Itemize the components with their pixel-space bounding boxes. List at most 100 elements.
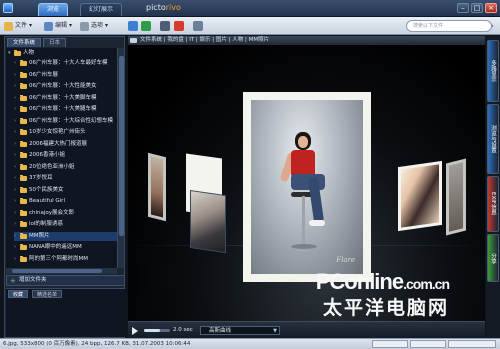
expand-icon[interactable]: › xyxy=(14,186,18,195)
expand-icon[interactable]: › xyxy=(14,209,18,218)
tree-item[interactable]: › 37岁悦耳 xyxy=(14,174,117,183)
tree-item[interactable]: › 20位绝色亚洲小姐 xyxy=(14,163,117,172)
search-input[interactable]: 搜索以下文件 xyxy=(406,20,492,32)
play-icon[interactable] xyxy=(132,327,138,335)
gear-icon xyxy=(80,21,89,31)
tree-item[interactable]: › lol的制服诱惑 xyxy=(14,220,117,229)
tab-browse-settings[interactable]: 浏览与设置 xyxy=(487,104,499,174)
expand-icon[interactable]: › xyxy=(14,163,18,172)
folder-tree[interactable]: ▾ 人物 › 06广州车展：十大人车最好车模 › 06广州车展 › 06广州车展：十大性能美女… xyxy=(6,48,117,268)
photo-thumbnail[interactable] xyxy=(398,160,442,232)
breadcrumb[interactable]: 文件系统 | 我的盘 | IT | 娱乐 | 图片 | 人物 | MM照片 xyxy=(128,36,485,45)
tree-item[interactable]: › 06广州车展：十大综合性幻想车模 xyxy=(14,117,117,126)
chevron-down-icon: ▾ xyxy=(69,22,73,29)
minimize-button[interactable]: – xyxy=(457,3,469,13)
watermark-chinese: 太平洋电脑网 xyxy=(322,297,449,319)
photo-carousel[interactable]: Flare PConline.com.cn 太平洋电脑网 xyxy=(128,45,485,321)
expand-icon[interactable]: › xyxy=(14,255,18,264)
folder-icon xyxy=(20,221,27,227)
folder-icon xyxy=(20,244,27,250)
tree-root-item[interactable]: ▾ 人物 xyxy=(8,49,34,58)
close-button[interactable]: × xyxy=(485,3,497,13)
maximize-button[interactable]: □ xyxy=(471,3,483,13)
transition-value: 高斯曲线 xyxy=(209,328,232,334)
email-icon[interactable] xyxy=(160,21,170,31)
chevron-down-icon: ▼ xyxy=(273,328,277,334)
rotate-left-icon[interactable] xyxy=(128,21,138,31)
tree-item[interactable]: › 50个民族美女 xyxy=(14,186,117,195)
expand-icon[interactable]: › xyxy=(14,71,18,80)
file-menu-button[interactable]: 文件 ▾ xyxy=(4,20,32,32)
status-panel xyxy=(410,340,446,348)
expand-icon[interactable]: › xyxy=(14,174,18,183)
status-bar: 6.jpg, 533x800 (0 百万像素), 24 bpp, 126.7 K… xyxy=(0,338,500,349)
tree-item[interactable]: › 06广州车展 xyxy=(14,71,117,80)
tree-item[interactable]: › NANA眼中的遥远MM xyxy=(14,243,117,252)
scrollbar-thumb[interactable] xyxy=(119,56,124,236)
tab-multi-view[interactable]: 多路显示 xyxy=(487,40,499,102)
expand-icon[interactable]: › xyxy=(14,59,18,68)
tab-share[interactable]: 分享 xyxy=(487,234,499,282)
expand-icon[interactable]: › xyxy=(14,151,18,160)
tree-item-label: 20位绝色亚洲小姐 xyxy=(29,163,75,170)
expand-icon[interactable]: › xyxy=(14,128,18,137)
expand-icon[interactable]: › xyxy=(14,94,18,103)
tree-item[interactable]: › chinajoy展会文郎 xyxy=(14,209,117,218)
delete-icon[interactable] xyxy=(174,21,184,31)
folder-icon xyxy=(20,163,27,170)
tab-file-system[interactable]: 文件系统 xyxy=(7,38,42,47)
tree-item[interactable]: › 06广州车展：十大性能美女 xyxy=(14,82,117,91)
tree-item[interactable]: › 10岁少女惊艳广州街头 xyxy=(14,128,117,137)
photo-image: Flare xyxy=(251,100,363,274)
tree-item[interactable]: › Beautiful Girl xyxy=(14,197,117,206)
tree-item[interactable]: › 2006福建大热门报道展 xyxy=(14,140,117,149)
expand-icon[interactable]: › xyxy=(14,232,18,241)
tab-slideshow[interactable]: 幻灯展示 xyxy=(80,3,123,16)
add-folder-button[interactable]: + 增加文件夹 xyxy=(6,275,125,286)
tree-item-label: 06广州车展：十大综合性幻想车模 xyxy=(29,117,113,124)
tab-exif-info[interactable]: EXIF信息 xyxy=(487,176,499,232)
tree-item-label: 2006福建大热门报道展 xyxy=(29,140,87,147)
tree-item-label: 06广州车展：十大美脚车模 xyxy=(29,94,97,101)
tree-vertical-scrollbar[interactable] xyxy=(117,48,124,268)
expand-icon[interactable]: › xyxy=(14,105,18,114)
tree-item[interactable]: › 06广州车展：十大人车最好车模 xyxy=(14,59,117,68)
tree-item[interactable]: › MM照片 xyxy=(14,231,117,241)
tree-horizontal-scrollbar[interactable] xyxy=(6,268,117,274)
folder-icon xyxy=(20,152,27,158)
expand-icon[interactable]: › xyxy=(14,197,18,206)
current-photo[interactable]: Flare xyxy=(243,92,371,282)
tree-item[interactable]: › 阿的第三个阿都时尚MM xyxy=(14,255,117,264)
photo-thumbnail[interactable] xyxy=(446,158,466,236)
right-tabs: 多路显示 浏览与设置 EXIF信息 分享 xyxy=(486,36,500,338)
tree-item-label: chinajoy展会文郎 xyxy=(29,209,75,216)
tree-item[interactable]: › 06广州车展：十大美脚车模 xyxy=(14,94,117,103)
photo-thumbnail[interactable] xyxy=(186,153,226,254)
search-go-icon[interactable]: › xyxy=(491,20,498,32)
expand-icon[interactable]: › xyxy=(14,140,18,149)
options-menu-button[interactable]: 选项 ▾ xyxy=(80,20,108,32)
photo-thumbnail[interactable] xyxy=(148,152,166,222)
expand-icon[interactable]: › xyxy=(14,82,18,91)
tree-item-label: MM照片 xyxy=(29,232,50,239)
scrollbar-thumb[interactable] xyxy=(12,269,102,273)
tab-japan[interactable]: 日本 xyxy=(43,38,67,47)
speed-slider[interactable] xyxy=(144,329,170,332)
expand-icon[interactable]: › xyxy=(14,220,18,229)
tab-selection-list[interactable]: 精选名单 xyxy=(32,290,63,298)
collapse-icon[interactable]: ▾ xyxy=(8,49,12,58)
tab-favorites[interactable]: 收藏 xyxy=(8,290,29,298)
expand-icon[interactable]: › xyxy=(14,117,18,126)
transition-select[interactable]: 高斯曲线 ▼ xyxy=(200,326,280,335)
tree-item-label: 06广州车展：十大性能美女 xyxy=(29,83,97,89)
tree-item[interactable]: › 06广州车展：十大美腿车模 xyxy=(14,105,117,114)
edit-menu-button[interactable]: 编辑 ▾ xyxy=(44,20,72,32)
rotate-right-icon[interactable] xyxy=(141,21,151,31)
folder-icon xyxy=(20,186,27,193)
print-icon[interactable] xyxy=(193,21,203,31)
tab-browse[interactable]: 浏览 xyxy=(38,3,69,16)
file-label: 文件 xyxy=(15,22,28,29)
tree-item[interactable]: › 2006香港小姐 xyxy=(14,151,117,160)
expand-icon[interactable]: › xyxy=(14,243,18,252)
folder-icon xyxy=(20,106,27,112)
